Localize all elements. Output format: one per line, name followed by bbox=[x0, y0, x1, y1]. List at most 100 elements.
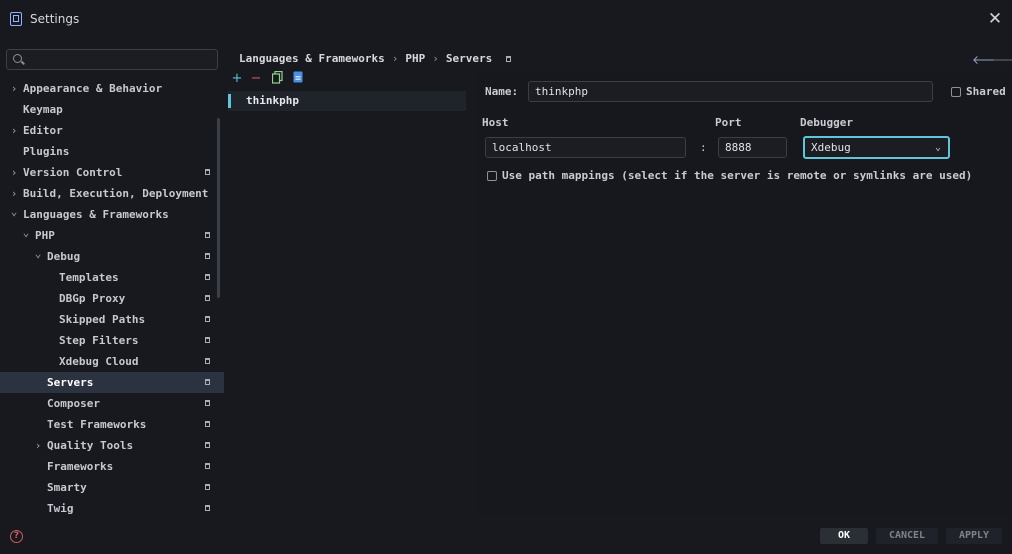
sidebar-item[interactable]: › Quality Tools bbox=[0, 435, 224, 456]
remove-server-button[interactable]: − bbox=[249, 71, 263, 87]
host-field[interactable]: localhost bbox=[485, 137, 686, 158]
sidebar-item[interactable]: Composer bbox=[0, 393, 224, 414]
sidebar-item-label: Languages & Frameworks bbox=[23, 208, 169, 221]
sidebar-item-label: Step Filters bbox=[59, 334, 139, 347]
shared-checkbox[interactable] bbox=[951, 87, 961, 97]
sidebar-item-label: Test Frameworks bbox=[47, 418, 147, 431]
sidebar-item[interactable]: Test Frameworks bbox=[0, 414, 224, 435]
sidebar-item-label: DBGp Proxy bbox=[59, 292, 126, 305]
pin-icon bbox=[205, 169, 210, 175]
sidebar-item[interactable]: › Appearance & Behavior bbox=[0, 78, 224, 99]
selection-indicator bbox=[228, 94, 231, 108]
chevron-down-icon[interactable]: ⌄ bbox=[9, 201, 19, 222]
sidebar-item[interactable]: Keymap bbox=[0, 99, 224, 120]
sidebar-item[interactable]: ⌄ Languages & Frameworks bbox=[0, 204, 224, 225]
sidebar-item[interactable]: Servers bbox=[0, 372, 224, 393]
sidebar-item[interactable]: ⌄ Debug bbox=[0, 246, 224, 267]
apply-button[interactable]: APPLY bbox=[946, 528, 1002, 544]
chevron-down-icon[interactable]: ⌄ bbox=[33, 243, 43, 264]
settings-sidebar: › Appearance & Behavior Keymap › Editor Plugi… bbox=[0, 38, 224, 516]
debugger-label: Debugger bbox=[800, 116, 853, 129]
sidebar-item[interactable]: Step Filters bbox=[0, 330, 224, 351]
sidebar-item-label: Version Control bbox=[23, 166, 123, 179]
chevron-down-icon[interactable]: ⌄ bbox=[21, 222, 31, 243]
close-icon[interactable]: ✕ bbox=[986, 10, 1004, 28]
path-mappings-label: Use path mappings (select if the server … bbox=[502, 169, 973, 182]
sidebar-item[interactable]: › Build, Execution, Deployment bbox=[0, 183, 224, 204]
port-field[interactable]: 8888 bbox=[718, 137, 787, 158]
add-server-button[interactable]: + bbox=[230, 71, 244, 87]
port-label: Port bbox=[715, 116, 742, 129]
pin-icon bbox=[205, 442, 210, 448]
cancel-button[interactable]: CANCEL bbox=[876, 528, 938, 544]
sidebar-item-label: Appearance & Behavior bbox=[23, 82, 163, 95]
chevron-right-icon[interactable]: › bbox=[33, 435, 43, 456]
ok-button[interactable]: OK bbox=[820, 528, 868, 544]
sidebar-item-label: Plugins bbox=[23, 145, 70, 158]
sidebar-item[interactable]: › Version Control bbox=[0, 162, 224, 183]
debugger-value: Xdebug bbox=[811, 141, 851, 154]
chevron-right-icon[interactable]: › bbox=[9, 120, 19, 141]
sidebar-item-label: Smarty bbox=[47, 481, 87, 494]
chevron-right-icon: › bbox=[432, 52, 439, 65]
sidebar-item[interactable]: Frameworks bbox=[0, 456, 224, 477]
breadcrumb-item-servers: Servers bbox=[445, 52, 493, 65]
pin-icon bbox=[205, 463, 210, 469]
sidebar-item[interactable]: › Editor bbox=[0, 120, 224, 141]
breadcrumb: Languages & Frameworks › PHP › Servers bbox=[239, 52, 512, 66]
sidebar-item-label: Quality Tools bbox=[47, 439, 134, 452]
debugger-select[interactable]: Xdebug ⌄ bbox=[803, 136, 950, 159]
pin-icon bbox=[205, 358, 210, 364]
sidebar-item-label: Skipped Paths bbox=[59, 313, 146, 326]
servers-list-panel: + − thinkphp bbox=[224, 38, 470, 516]
pin-icon bbox=[205, 505, 210, 511]
sidebar-item[interactable]: Skipped Paths bbox=[0, 309, 224, 330]
pin-icon bbox=[205, 295, 210, 301]
sidebar-item-label: Debug bbox=[47, 250, 81, 263]
search-icon bbox=[13, 54, 22, 63]
name-field[interactable]: thinkphp bbox=[528, 81, 933, 102]
forward-arrow-icon[interactable]: 🡒 bbox=[992, 52, 1012, 67]
sidebar-item-label: Servers bbox=[47, 376, 94, 389]
sidebar-item[interactable]: Plugins bbox=[0, 141, 224, 162]
sidebar-item-label: Build, Execution, Deployment bbox=[23, 187, 209, 200]
import-icon bbox=[293, 71, 303, 83]
window-title: Settings bbox=[30, 12, 80, 26]
breadcrumb-item-languages[interactable]: Languages & Frameworks bbox=[239, 52, 385, 65]
help-icon[interactable]: ? bbox=[10, 530, 23, 543]
import-server-button[interactable] bbox=[291, 71, 305, 87]
copy-server-button[interactable] bbox=[270, 70, 284, 87]
search-input[interactable] bbox=[6, 49, 218, 70]
pin-icon bbox=[205, 379, 210, 385]
app-logo-icon bbox=[10, 12, 22, 26]
path-mappings-checkbox[interactable] bbox=[487, 171, 497, 181]
shared-label: Shared bbox=[966, 85, 1006, 98]
sidebar-item-label: Editor bbox=[23, 124, 63, 137]
pin-icon bbox=[205, 253, 210, 259]
pin-icon bbox=[205, 232, 210, 238]
sidebar-item-label: Frameworks bbox=[47, 460, 114, 473]
sidebar-scrollbar[interactable] bbox=[217, 118, 220, 298]
host-label: Host bbox=[482, 116, 509, 129]
pin-icon bbox=[205, 484, 210, 490]
chevron-right-icon: › bbox=[391, 52, 399, 65]
chevron-right-icon[interactable]: › bbox=[9, 78, 19, 99]
sidebar-item-label: Xdebug Cloud bbox=[59, 355, 139, 368]
sidebar-item-label: Composer bbox=[47, 397, 100, 410]
breadcrumb-item-php[interactable]: PHP bbox=[405, 52, 425, 65]
sidebar-item[interactable]: Templates bbox=[0, 267, 224, 288]
sidebar-item[interactable]: DBGp Proxy bbox=[0, 288, 224, 309]
sidebar-item[interactable]: Xdebug Cloud bbox=[0, 351, 224, 372]
copy-icon bbox=[271, 70, 283, 84]
server-list-item[interactable]: thinkphp bbox=[228, 91, 466, 111]
sidebar-item[interactable]: Smarty bbox=[0, 477, 224, 498]
chevron-right-icon[interactable]: › bbox=[9, 162, 19, 183]
settings-tree: › Appearance & Behavior Keymap › Editor Plugi… bbox=[0, 78, 224, 519]
chevron-down-icon: ⌄ bbox=[934, 142, 941, 153]
pin-icon bbox=[205, 400, 210, 406]
dialog-footer: ? OK CANCEL APPLY bbox=[0, 516, 1012, 554]
sidebar-item-label: Keymap bbox=[23, 103, 63, 116]
server-config-panel: Name: thinkphp Shared Host localhost : P… bbox=[477, 72, 1012, 516]
pin-icon bbox=[205, 316, 210, 322]
pin-icon bbox=[205, 337, 210, 343]
